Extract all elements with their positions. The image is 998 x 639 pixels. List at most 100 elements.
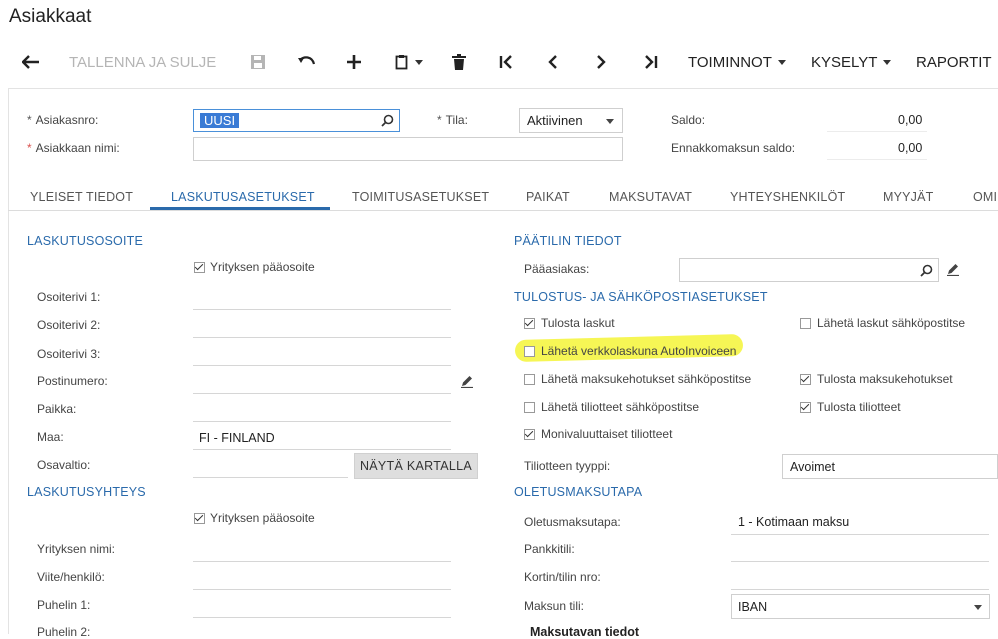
- bank-account-label: Pankkitili:: [524, 542, 575, 556]
- country-value[interactable]: FI - FINLAND: [199, 431, 275, 445]
- page-title: Asiakkaat: [9, 6, 92, 27]
- print-dunning-checkbox[interactable]: [800, 374, 811, 385]
- tab-payment-methods[interactable]: MAKSUTAVAT: [609, 190, 692, 204]
- last-icon: [645, 55, 658, 69]
- print-invoices-checkbox[interactable]: [524, 318, 535, 329]
- addr3-field[interactable]: [193, 365, 451, 366]
- phone1-field[interactable]: [193, 617, 451, 618]
- city-field[interactable]: [193, 421, 451, 422]
- customer-name-label: * Asiakkaan nimi:: [27, 141, 120, 155]
- addr1-field[interactable]: [193, 309, 451, 310]
- card-account-field[interactable]: [731, 589, 989, 590]
- company-name-field[interactable]: [193, 561, 451, 562]
- payment-method-label: Oletusmaksutapa:: [524, 515, 621, 529]
- billing-address-use-main-checkbox[interactable]: [194, 262, 205, 273]
- save-icon: [251, 55, 265, 69]
- customer-no-value: UUSI: [200, 113, 240, 128]
- postal-label: Postinumero:: [37, 374, 108, 388]
- save-close-button[interactable]: TALLENNA JA SULJE: [69, 38, 216, 86]
- autoinvoice-label: Lähetä verkkolaskuna AutoInvoiceen: [541, 344, 737, 358]
- clipboard-icon: [395, 55, 408, 70]
- payment-account-select[interactable]: IBAN: [731, 594, 990, 619]
- tab-general[interactable]: YLEISET TIEDOT: [30, 190, 133, 204]
- undo-button[interactable]: [298, 38, 316, 86]
- search-icon: [920, 264, 933, 277]
- balance-value: 0,00: [898, 113, 923, 127]
- chevron-down-icon: [883, 59, 892, 65]
- autoinvoice-checkbox[interactable]: [524, 346, 535, 357]
- previous-record-button[interactable]: [547, 38, 559, 86]
- payment-method-underline: [731, 534, 989, 535]
- prepay-value: 0,00: [898, 141, 923, 155]
- attention-label: Viite/henkilö:: [37, 570, 105, 584]
- print-statements-checkbox[interactable]: [800, 402, 811, 413]
- undo-icon: [298, 56, 316, 65]
- parent-account-heading: PÄÄTILIN TIEDOT: [514, 234, 622, 248]
- balance-label: Saldo:: [671, 113, 706, 127]
- tab-shipping-settings[interactable]: TOIMITUSASETUKSET: [352, 190, 489, 204]
- chevron-down-icon: [606, 119, 614, 124]
- parent-account-field[interactable]: [679, 258, 939, 282]
- print-email-heading: TULOSTUS- JA SÄHKÖPOSTIASETUKSET: [514, 290, 768, 304]
- addr2-field[interactable]: [193, 337, 451, 338]
- next-record-button[interactable]: [595, 38, 607, 86]
- status-label: * Tila:: [437, 113, 468, 127]
- country-label: Maa:: [37, 430, 64, 444]
- show-on-map-button[interactable]: NÄYTÄ KARTALLA: [354, 453, 478, 479]
- tab-billing-settings[interactable]: LASKUTUSASETUKSET: [171, 190, 315, 204]
- actions-menu[interactable]: TOIMINNOT: [688, 38, 786, 86]
- toolbar: TALLENNA JA SULJE TOIMINNOT KYSELYT RAPO…: [0, 38, 998, 86]
- tab-salespersons[interactable]: MYYJÄT: [883, 190, 934, 204]
- attention-field[interactable]: [193, 589, 451, 590]
- bank-account-field[interactable]: [731, 561, 989, 562]
- search-icon: [381, 114, 394, 127]
- billing-address-use-main-label: Yrityksen pääosoite: [210, 260, 315, 274]
- inquiries-menu[interactable]: KYSELYT: [811, 38, 892, 86]
- default-payment-heading: OLETUSMAKSUTAPA: [514, 485, 643, 499]
- edit-pencil-icon[interactable]: [946, 263, 960, 276]
- statement-type-select[interactable]: Avoimet: [782, 454, 998, 479]
- tab-contacts[interactable]: YHTEYSHENKILÖT: [730, 190, 845, 204]
- chevron-down-icon: [415, 59, 423, 65]
- chevron-down-icon: [777, 59, 786, 65]
- customer-no-field[interactable]: UUSI: [193, 109, 400, 132]
- postal-field[interactable]: [193, 393, 451, 394]
- tab-more[interactable]: OMI: [973, 190, 997, 204]
- payment-details-heading: Maksutavan tiedot: [530, 625, 640, 639]
- active-tab-indicator: [150, 207, 330, 210]
- status-value: Aktiivinen: [527, 113, 583, 128]
- billing-address-heading: LASKUTUSOSOITE: [27, 234, 144, 248]
- email-invoices-checkbox[interactable]: [800, 318, 811, 329]
- email-dunning-checkbox[interactable]: [524, 374, 535, 385]
- tab-locations[interactable]: PAIKAT: [526, 190, 570, 204]
- copy-paste-button[interactable]: [395, 38, 423, 86]
- save-button[interactable]: [250, 38, 266, 86]
- edit-pencil-icon[interactable]: [460, 375, 474, 388]
- chevron-left-icon: [548, 55, 557, 69]
- back-button[interactable]: [22, 38, 40, 86]
- chevron-right-icon: [597, 55, 606, 69]
- billing-contact-heading: LASKUTUSYHTEYS: [27, 485, 146, 499]
- first-record-button[interactable]: [499, 38, 515, 86]
- email-dunning-label: Lähetä maksukehotukset sähköpostitse: [541, 372, 752, 386]
- billing-contact-use-main-checkbox[interactable]: [194, 513, 205, 524]
- form-panel: [8, 88, 998, 634]
- print-dunning-label: Tulosta maksukehotukset: [817, 372, 953, 386]
- city-label: Paikka:: [37, 402, 77, 416]
- country-field-underline: [193, 449, 451, 450]
- delete-button[interactable]: [452, 38, 466, 86]
- parent-account-label: Pääasiakas:: [524, 262, 590, 276]
- last-record-button[interactable]: [642, 38, 658, 86]
- reports-menu[interactable]: RAPORTIT: [916, 38, 992, 86]
- plus-icon: [347, 55, 361, 69]
- email-statements-label: Lähetä tiliotteet sähköpostitse: [541, 400, 700, 414]
- status-select[interactable]: Aktiivinen: [519, 108, 623, 133]
- balance-underline: [827, 131, 927, 132]
- multicurrency-checkbox[interactable]: [524, 429, 535, 440]
- payment-method-value[interactable]: 1 - Kotimaan maksu: [738, 515, 849, 529]
- state-field[interactable]: [193, 477, 348, 478]
- customer-name-field[interactable]: [193, 137, 623, 161]
- trash-icon: [452, 54, 466, 70]
- email-statements-checkbox[interactable]: [524, 402, 535, 413]
- add-button[interactable]: [346, 38, 362, 86]
